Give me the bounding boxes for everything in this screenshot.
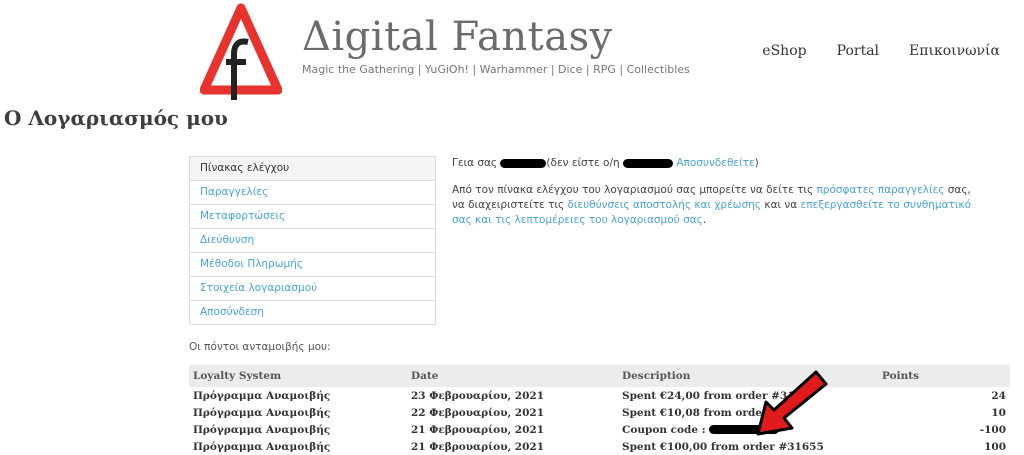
logout-link[interactable]: Αποσυνδεθείτε	[676, 157, 754, 169]
account-nav-downloads[interactable]: Μεταφορτώσεις	[190, 205, 435, 229]
cell-system: Πρόγραμμα Αναμοιβής	[193, 440, 331, 453]
nav-contact[interactable]: Επικοινωνία	[909, 43, 1000, 59]
account-nav-orders[interactable]: Παραγγελίες	[190, 181, 435, 205]
greeting-close: )	[754, 157, 759, 169]
intro-text: Από τον πίνακα ελέγχου του λογαριασμού σ…	[452, 184, 817, 196]
table-row: Πρόγραμμα Αναμοιβής 21 Φεβρουαρίου, 2021…	[189, 421, 1010, 438]
intro-text: και να	[761, 199, 801, 211]
cell-points: -100	[979, 423, 1006, 436]
column-header-loyalty-system: Loyalty System	[189, 365, 407, 387]
nav-eshop[interactable]: eShop	[762, 43, 806, 59]
cell-date: 22 Φεβρουαρίου, 2021	[411, 406, 545, 419]
coupon-label: Coupon code :	[622, 423, 706, 436]
cell-points: 10	[991, 406, 1006, 419]
table-row: Πρόγραμμα Αναμοιβής 23 Φεβρουαρίου, 2021…	[189, 387, 1010, 404]
cell-date: 21 Φεβρουαρίου, 2021	[411, 440, 545, 453]
cell-points: 100	[984, 440, 1006, 453]
account-nav-payment-methods[interactable]: Μέθοδοι Πληρωμής	[190, 253, 435, 277]
loyalty-points-table: Loyalty System Date Description Points Π…	[189, 365, 1010, 455]
main-nav: eShop Portal Επικοινωνία	[762, 43, 1000, 59]
nav-portal[interactable]: Portal	[837, 43, 879, 59]
cell-points: 24	[991, 389, 1006, 402]
account-nav-account-details[interactable]: Στοιχεία λογαριασμού	[190, 277, 435, 301]
intro-text: .	[702, 214, 707, 226]
account-nav-address[interactable]: Διεύθυνση	[190, 229, 435, 253]
site-tagline: Magic the Gathering | YuGiOh! | Warhamme…	[302, 63, 690, 76]
account-nav-dashboard[interactable]: Πίνακας ελέγχου	[190, 157, 435, 181]
cell-date: 21 Φεβρουαρίου, 2021	[411, 423, 545, 436]
cell-system: Πρόγραμμα Αναμοιβής	[193, 406, 331, 419]
site-logo[interactable]	[200, 2, 282, 100]
cell-system: Πρόγραμμα Αναμοιβής	[193, 389, 331, 402]
table-header-row: Loyalty System Date Description Points	[189, 365, 1010, 387]
cell-date: 23 Φεβρουαρίου, 2021	[411, 389, 545, 402]
redacted-username	[500, 158, 547, 168]
account-nav-logout[interactable]: Αποσύνδεση	[190, 301, 435, 325]
recent-orders-link[interactable]: πρόσφατες παραγγελίες	[816, 184, 944, 196]
cell-system: Πρόγραμμα Αναμοιβής	[193, 423, 331, 436]
points-label: Οι πόντοι ανταμοιβής μου:	[189, 341, 331, 353]
dashboard-intro: Από τον πίνακα ελέγχου του λογαριασμού σ…	[452, 183, 972, 228]
column-header-points: Points	[878, 365, 1010, 387]
table-row: Πρόγραμμα Αναμοιβής 21 Φεβρουαρίου, 2021…	[189, 438, 1010, 455]
addresses-link[interactable]: διευθύνσεις αποστολής και χρέωσης	[567, 199, 761, 211]
redacted-username	[623, 158, 673, 168]
red-arrow-icon	[756, 370, 828, 436]
account-navigation: Πίνακας ελέγχου Παραγγελίες Μεταφορτώσει…	[189, 156, 436, 325]
greeting: Γεια σας (δεν είστε ο/η Αποσυνδεθείτε)	[452, 157, 759, 169]
table-row: Πρόγραμμα Αναμοιβής 22 Φεβρουαρίου, 2021…	[189, 404, 1010, 421]
page-title: Ο Λογαριασμός μου	[4, 106, 228, 130]
column-header-date: Date	[407, 365, 618, 387]
greeting-not-you: (δεν είστε ο/η	[546, 157, 620, 169]
site-title[interactable]: Δigital Fantasy	[302, 14, 613, 60]
greeting-hello: Γεια σας	[452, 157, 498, 169]
